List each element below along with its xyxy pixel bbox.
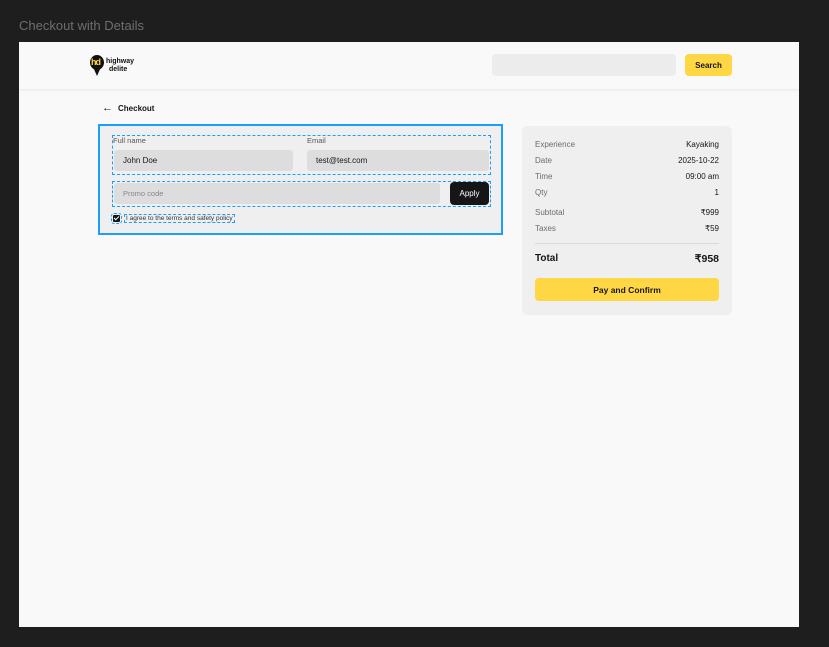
brand-logo[interactable]: hd highway delite xyxy=(89,54,149,80)
summary-row-time: Time 09:00 am xyxy=(535,172,719,182)
terms-row: I agree to the terms and safety policy xyxy=(111,212,235,224)
summary-row-taxes: Taxes ₹59 xyxy=(535,224,719,234)
apply-button[interactable]: Apply xyxy=(450,182,489,205)
pay-and-confirm-button[interactable]: Pay and Confirm xyxy=(535,278,719,301)
summary-divider xyxy=(535,243,719,244)
logo-line-1: highway xyxy=(106,58,135,65)
logo-mark: hd xyxy=(91,57,101,67)
email-field[interactable]: test@test.com xyxy=(307,150,489,171)
summary-value: Kayaking xyxy=(686,140,719,149)
frame-title: Checkout with Details xyxy=(19,18,144,33)
summary-label: Subtotal xyxy=(535,208,565,217)
search-input[interactable] xyxy=(492,54,676,76)
full-name-label: Full name xyxy=(113,136,146,145)
summary-label: Date xyxy=(535,156,552,165)
summary-value: ₹999 xyxy=(700,208,719,217)
summary-value: 2025-10-22 xyxy=(678,156,719,165)
logo-line-2: delite xyxy=(109,66,128,73)
total-value: ₹958 xyxy=(694,253,719,265)
total-label: Total xyxy=(535,253,559,264)
summary-total-row: Total ₹958 xyxy=(535,253,719,267)
summary-value: 09:00 am xyxy=(685,172,719,181)
promo-row: Promo code Apply xyxy=(112,181,491,207)
summary-value: ₹59 xyxy=(705,224,719,233)
summary-label: Qty xyxy=(535,188,548,197)
summary-label: Experience xyxy=(535,140,576,149)
contact-fields-row: Full name John Doe Email test@test.com xyxy=(112,135,491,175)
order-summary: Experience Kayaking Date 2025-10-22 Time… xyxy=(522,126,732,315)
location-pin-icon: hd xyxy=(90,55,104,76)
top-header: hd highway delite Search xyxy=(19,42,799,89)
summary-label: Taxes xyxy=(535,224,556,233)
summary-value: 1 xyxy=(714,188,719,197)
terms-label[interactable]: I agree to the terms and safety policy xyxy=(124,213,235,223)
email-label: Email xyxy=(307,136,326,145)
summary-label: Time xyxy=(535,172,553,181)
promo-code-input[interactable]: Promo code xyxy=(114,183,440,204)
arrow-left-icon: ← xyxy=(102,102,113,114)
terms-checkbox[interactable] xyxy=(111,212,122,224)
full-name-field[interactable]: John Doe xyxy=(114,150,293,171)
logo-wordmark: highway delite xyxy=(106,58,134,74)
back-label: Checkout xyxy=(118,103,155,113)
checkout-form: Full name John Doe Email test@test.com P… xyxy=(98,124,503,235)
page-canvas: hd highway delite Search ← Checkout Full… xyxy=(19,42,799,627)
back-link[interactable]: ← Checkout xyxy=(102,102,154,114)
summary-row-qty: Qty 1 xyxy=(535,188,719,198)
search-button[interactable]: Search xyxy=(685,54,732,76)
summary-row-subtotal: Subtotal ₹999 xyxy=(535,208,719,218)
summary-row-date: Date 2025-10-22 xyxy=(535,156,719,166)
summary-row-experience: Experience Kayaking xyxy=(535,140,719,150)
